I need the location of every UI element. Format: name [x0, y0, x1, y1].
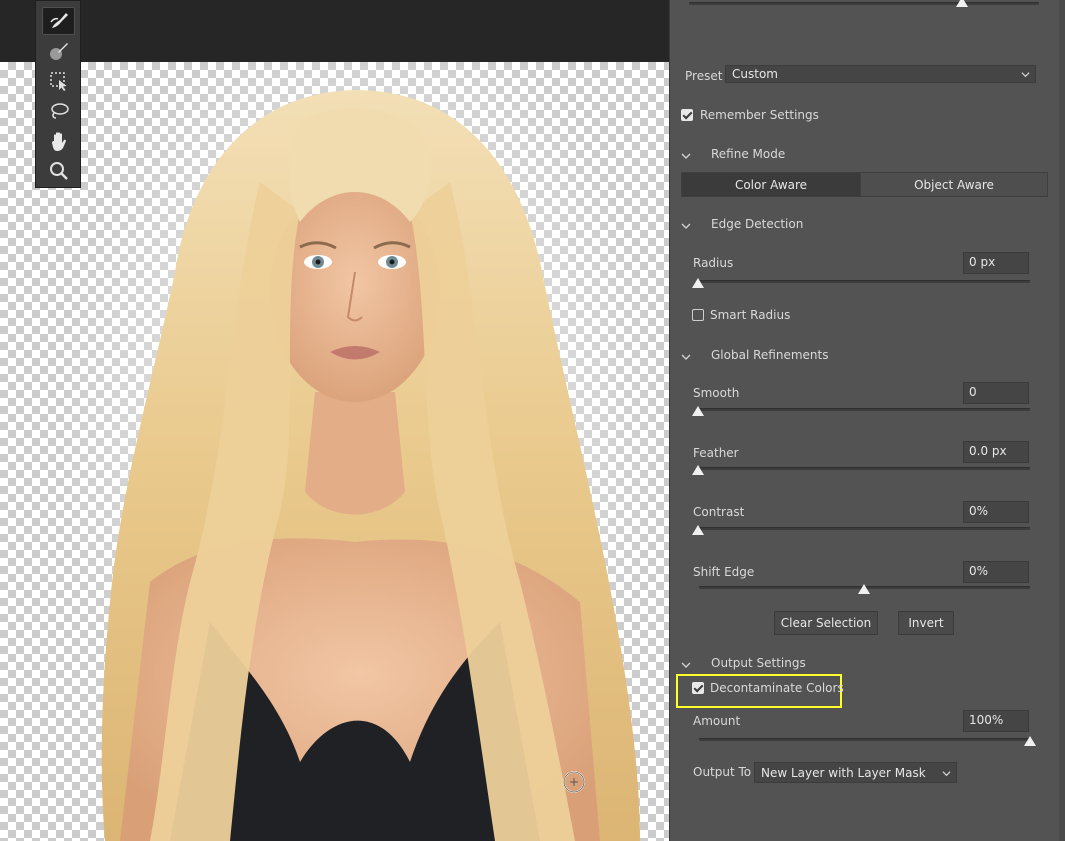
amount-slider-thumb[interactable] [1024, 736, 1036, 746]
canvas-top-bar [0, 0, 669, 62]
radius-value-field[interactable]: 0 px [963, 252, 1029, 274]
refine-mode-chevron-icon[interactable] [681, 150, 691, 160]
radius-slider-thumb[interactable] [692, 278, 704, 288]
contrast-slider-track[interactable] [697, 527, 1030, 530]
smart-radius-checkbox[interactable] [692, 309, 704, 321]
output-settings-chevron-icon[interactable] [681, 659, 691, 669]
remember-settings-label: Remember Settings [700, 108, 819, 122]
chevron-down-icon [1021, 72, 1030, 78]
chevron-down-icon [942, 771, 951, 777]
output-to-label: Output To [693, 765, 752, 779]
decontaminate-colors-checkbox[interactable] [692, 682, 704, 694]
subject-photo[interactable] [0, 62, 669, 841]
global-refinements-title: Global Refinements [711, 348, 829, 362]
decontaminate-colors-label: Decontaminate Colors [710, 681, 844, 695]
smooth-label: Smooth [693, 386, 740, 400]
zoom-icon[interactable] [42, 157, 75, 185]
edge-detection-title: Edge Detection [711, 217, 804, 231]
amount-label: Amount [693, 714, 741, 728]
quick-selection-brush-icon[interactable] [42, 7, 75, 35]
radius-label: Radius [693, 256, 734, 270]
top-slider-thumb[interactable] [956, 0, 968, 7]
output-to-select-value: New Layer with Layer Mask [761, 766, 926, 780]
smart-radius-label: Smart Radius [710, 308, 791, 322]
invert-button[interactable]: Invert [898, 611, 954, 635]
clear-selection-button[interactable]: Clear Selection [774, 611, 878, 635]
amount-value-field[interactable]: 100% [963, 710, 1029, 732]
feather-value-field[interactable]: 0.0 px [963, 441, 1029, 463]
feather-label: Feather [693, 446, 739, 460]
preset-label: Preset [685, 69, 723, 83]
shift-edge-slider-thumb[interactable] [858, 584, 870, 594]
output-settings-title: Output Settings [711, 656, 806, 670]
amount-slider-track[interactable] [699, 738, 1030, 741]
object-selection-icon[interactable] [42, 67, 75, 95]
edge-detection-chevron-icon[interactable] [681, 220, 691, 230]
contrast-label: Contrast [693, 505, 745, 519]
output-to-select[interactable]: New Layer with Layer Mask [754, 762, 957, 783]
smooth-value-field[interactable]: 0 [963, 382, 1029, 404]
feather-slider-thumb[interactable] [692, 465, 704, 475]
refine-mode-object-aware[interactable]: Object Aware [860, 172, 1048, 197]
smooth-slider-track[interactable] [697, 408, 1030, 411]
contrast-value-field[interactable]: 0% [963, 501, 1029, 523]
brush-cursor-icon [563, 771, 585, 793]
top-slider-track[interactable] [689, 2, 1039, 5]
properties-panel: Preset Custom Remember Settings Refine M… [669, 0, 1065, 841]
refine-edge-brush-icon[interactable] [42, 37, 75, 65]
lasso-icon[interactable] [42, 97, 75, 125]
global-refinements-chevron-icon[interactable] [681, 351, 691, 361]
smooth-slider-thumb[interactable] [692, 406, 704, 416]
preset-select-value: Custom [732, 67, 778, 81]
preset-select[interactable]: Custom [725, 65, 1036, 83]
shift-edge-value-field[interactable]: 0% [963, 561, 1029, 583]
remember-settings-checkbox[interactable] [681, 109, 693, 121]
feather-slider-track[interactable] [697, 467, 1030, 470]
panel-scrollbar[interactable] [1059, 0, 1065, 841]
shift-edge-label: Shift Edge [693, 565, 755, 579]
refine-mode-color-aware[interactable]: Color Aware [681, 172, 861, 197]
hand-icon[interactable] [42, 127, 75, 155]
radius-slider-track[interactable] [697, 280, 1030, 283]
tool-palette [35, 0, 81, 188]
refine-mode-title: Refine Mode [711, 147, 786, 161]
canvas-area[interactable] [0, 0, 669, 841]
contrast-slider-thumb[interactable] [692, 525, 704, 535]
